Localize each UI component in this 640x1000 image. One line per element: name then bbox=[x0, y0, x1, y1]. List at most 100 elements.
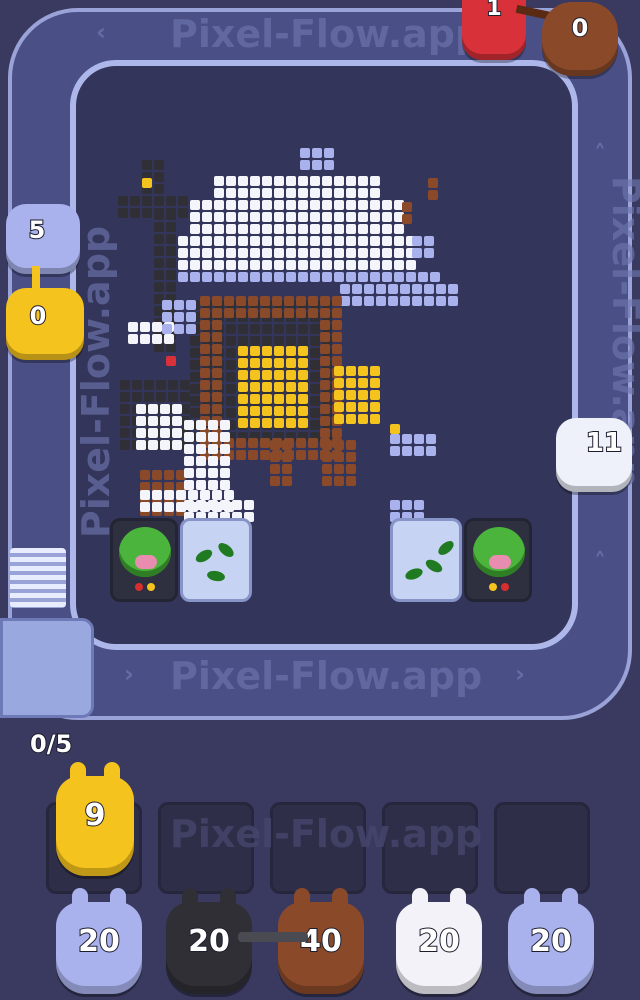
pixel-block bbox=[376, 284, 386, 294]
queue-slot-5[interactable] bbox=[494, 802, 590, 894]
pixel-block bbox=[270, 452, 280, 462]
pixel-block bbox=[226, 188, 236, 198]
pixel-block bbox=[154, 210, 164, 220]
pixel-block bbox=[184, 480, 194, 490]
pixel-block bbox=[370, 272, 380, 282]
bunny-shooter-5[interactable]: 20 bbox=[508, 888, 594, 994]
pixel-block bbox=[238, 212, 248, 222]
pixel-block bbox=[346, 236, 356, 246]
pixel-block bbox=[310, 212, 320, 222]
pixel-block bbox=[310, 348, 320, 358]
pixel-block bbox=[262, 236, 272, 246]
pixel-block bbox=[286, 260, 296, 270]
pixel-block bbox=[250, 382, 260, 392]
pixel-block bbox=[262, 418, 272, 428]
pixel-block bbox=[190, 360, 200, 370]
pixel-block bbox=[238, 370, 248, 380]
pixel-block bbox=[180, 380, 190, 390]
pixel-block bbox=[312, 148, 322, 158]
white-shooter-piece[interactable]: 11 bbox=[556, 418, 632, 492]
pixel-block bbox=[346, 464, 356, 474]
pixel-block bbox=[238, 406, 248, 416]
pixel-block bbox=[224, 490, 234, 500]
pixel-block bbox=[358, 236, 368, 246]
pixel-block bbox=[250, 346, 260, 356]
pixel-block bbox=[128, 322, 138, 332]
pixel-block bbox=[176, 490, 186, 500]
pixel-block bbox=[190, 396, 200, 406]
pixel-block bbox=[298, 324, 308, 334]
pixel-block bbox=[154, 282, 164, 292]
pixel-block bbox=[200, 344, 210, 354]
pixel-block bbox=[346, 414, 356, 424]
pixel-block bbox=[226, 348, 236, 358]
blue-shooter-piece[interactable]: 5 bbox=[6, 204, 80, 274]
pixel-block bbox=[156, 380, 166, 390]
bunny-shooter-4[interactable]: 20 bbox=[396, 888, 482, 994]
pixel-block bbox=[212, 380, 222, 390]
pixel-block bbox=[196, 420, 206, 430]
pixel-block bbox=[132, 380, 142, 390]
bunny-shooter-3[interactable]: 40 bbox=[278, 888, 364, 994]
yellow-shooter-piece[interactable]: 0 bbox=[6, 288, 84, 360]
pixel-block bbox=[310, 200, 320, 210]
pixel-block bbox=[364, 284, 374, 294]
pixel-block bbox=[390, 446, 400, 456]
pixel-block bbox=[226, 176, 236, 186]
pixel-block bbox=[214, 236, 224, 246]
pixel-block bbox=[184, 444, 194, 454]
pixel-block bbox=[426, 446, 436, 456]
pixel-block bbox=[238, 346, 248, 356]
pixel-block bbox=[308, 438, 318, 448]
pixel-block bbox=[190, 372, 200, 382]
pixel-block bbox=[226, 360, 236, 370]
pixel-block bbox=[160, 440, 170, 450]
pixel-block bbox=[312, 160, 322, 170]
pixel-block bbox=[232, 500, 242, 510]
pixel-block bbox=[162, 300, 172, 310]
pixel-block bbox=[202, 224, 212, 234]
pixel-block bbox=[310, 384, 320, 394]
pixel-block bbox=[310, 396, 320, 406]
pixel-block bbox=[162, 312, 172, 322]
pixel-block bbox=[298, 406, 308, 416]
pixel-block bbox=[272, 296, 282, 306]
pixel-block bbox=[220, 456, 230, 466]
pixel-block bbox=[214, 224, 224, 234]
pixel-block bbox=[152, 470, 162, 480]
pixel-block bbox=[174, 312, 184, 322]
bunny-shooter-1[interactable]: 20 bbox=[56, 888, 142, 994]
pixel-block bbox=[154, 222, 164, 232]
pixel-block bbox=[388, 284, 398, 294]
pixel-block bbox=[260, 296, 270, 306]
pixel-block bbox=[208, 468, 218, 478]
brown-shooter-piece[interactable]: 0 bbox=[542, 2, 618, 76]
pixel-block bbox=[118, 196, 128, 206]
pixel-block bbox=[370, 366, 380, 376]
pixel-block bbox=[274, 406, 284, 416]
pixel-block bbox=[262, 260, 272, 270]
pixel-block bbox=[346, 476, 356, 486]
pixel-block bbox=[334, 378, 344, 388]
pixel-block bbox=[402, 434, 412, 444]
pixel-block bbox=[358, 212, 368, 222]
pixel-block bbox=[346, 176, 356, 186]
queued-yellow-bunny[interactable]: 9 bbox=[56, 762, 134, 876]
pixel-block bbox=[168, 392, 178, 402]
pixel-block bbox=[262, 358, 272, 368]
pixel-block bbox=[332, 356, 342, 366]
pixel-block bbox=[322, 236, 332, 246]
bunny-shooter-2[interactable]: 20 bbox=[166, 888, 252, 994]
pixel-block bbox=[160, 404, 170, 414]
pixel-block bbox=[390, 424, 400, 434]
pixel-block bbox=[320, 332, 330, 342]
pixel-block bbox=[310, 260, 320, 270]
pixel-block bbox=[226, 396, 236, 406]
pixel-block bbox=[352, 296, 362, 306]
pixel-block bbox=[120, 404, 130, 414]
pixel-block bbox=[260, 450, 270, 460]
pixel-block bbox=[260, 438, 270, 448]
pixel-block bbox=[214, 260, 224, 270]
pixel-block bbox=[236, 438, 246, 448]
pixel-block bbox=[220, 480, 230, 490]
